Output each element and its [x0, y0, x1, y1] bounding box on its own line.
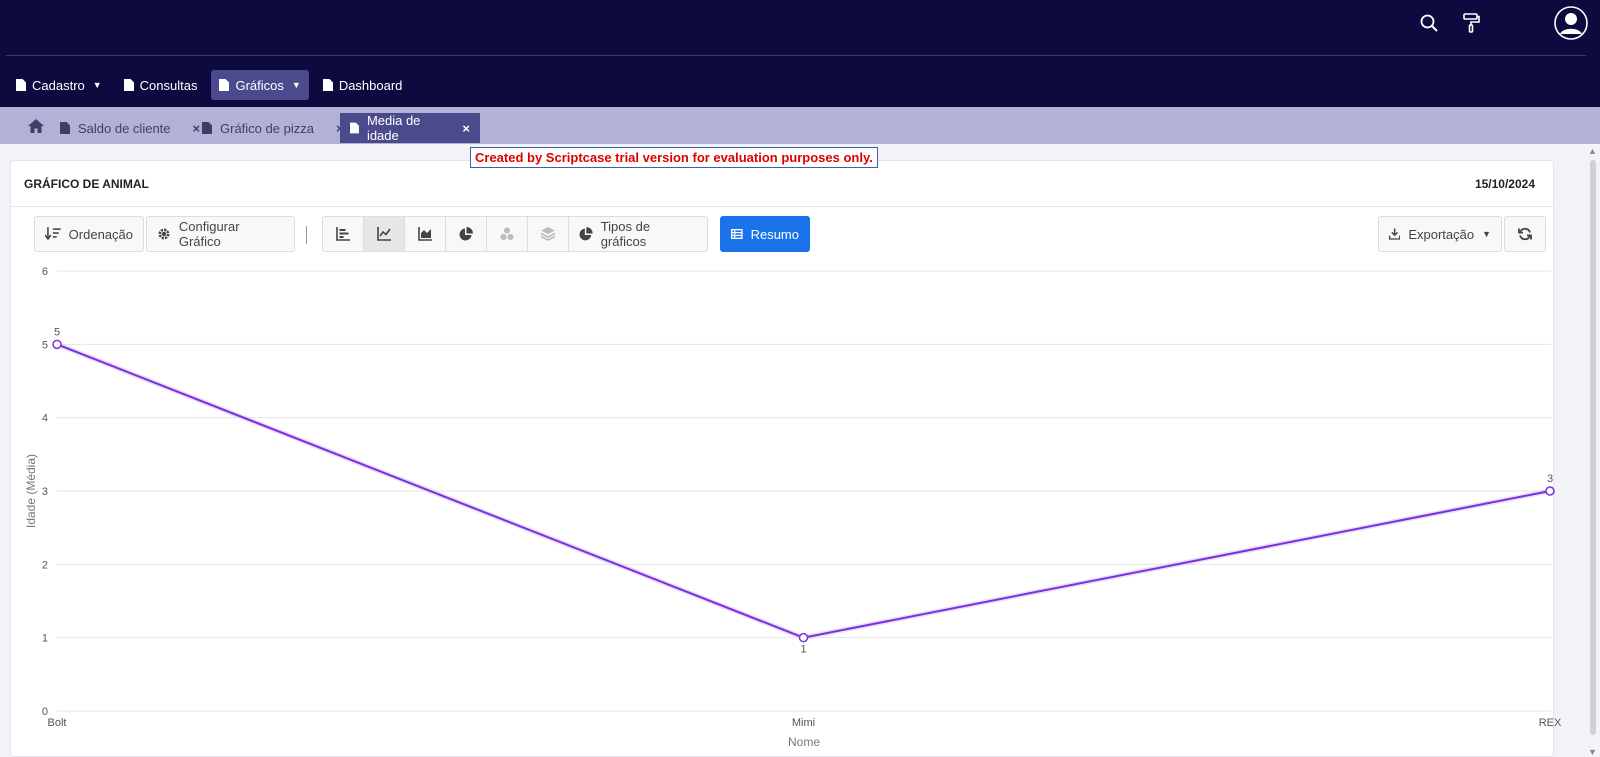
data-label: 3	[1547, 473, 1553, 485]
y-tick-label: 3	[42, 486, 48, 498]
data-point	[52, 339, 62, 350]
data-point	[1545, 486, 1555, 496]
data-label: 5	[54, 326, 60, 338]
x-tick-label: Bolt	[48, 717, 67, 729]
line-chart: 0123456Bolt Mimi REXNomeIdade (Média)513	[24, 266, 1562, 749]
y-tick-label: 4	[42, 413, 48, 425]
y-axis-title: Idade (Média)	[24, 454, 38, 528]
y-tick-label: 6	[42, 266, 48, 278]
data-label: 1	[800, 644, 806, 656]
x-tick-label: Mimi	[792, 717, 815, 729]
x-axis-title: Nome	[788, 735, 820, 749]
x-tick-label: REX	[1539, 717, 1562, 729]
y-tick-label: 1	[42, 633, 48, 645]
data-point	[798, 632, 809, 643]
y-tick-label: 5	[42, 339, 48, 351]
y-tick-label: 2	[42, 559, 48, 571]
